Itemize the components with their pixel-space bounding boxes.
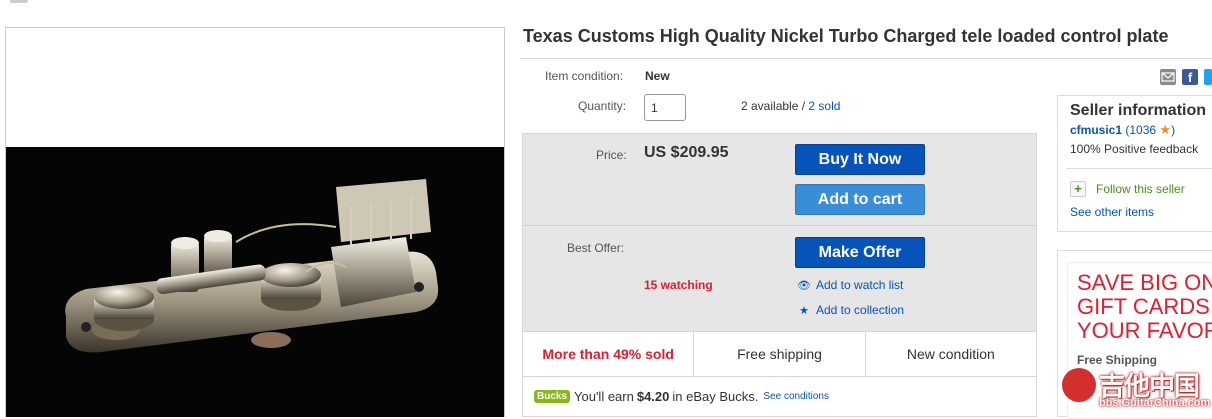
seller-info-title: Seller information [1070, 102, 1207, 119]
see-other-items-link[interactable]: See other items [1070, 205, 1154, 219]
plus-icon: + [1070, 181, 1086, 197]
guitar-logo-icon [1062, 368, 1096, 402]
availability-text: 2 available / 2 sold [741, 99, 840, 113]
ad-line-1: SAVE BIG ON [1077, 270, 1212, 295]
sold-percentage-stat: More than 49% sold [542, 346, 674, 362]
site-watermark: 吉他中国 bbs.GuitarChina.com [1062, 364, 1212, 417]
quantity-label: Quantity: [578, 99, 627, 113]
bucks-suffix: in eBay Bucks. [672, 389, 759, 404]
follow-seller-link[interactable]: + Follow this seller [1070, 181, 1185, 197]
bucks-amount: $4.20 [636, 389, 670, 404]
condition-stat: New condition [864, 332, 1036, 376]
item-condition-label: Item condition: [545, 69, 624, 83]
ad-line-3: YOUR FAVORI [1077, 318, 1212, 343]
ad-line-2: GIFT CARDS F [1077, 294, 1212, 319]
shipping-stat: Free shipping [693, 332, 864, 376]
eye-icon: 👁 [797, 280, 811, 292]
seller-score-close: ) [1171, 123, 1176, 137]
follow-seller-label: Follow this seller [1096, 182, 1185, 196]
see-conditions-link[interactable]: See conditions [763, 391, 829, 402]
add-to-watch-list-link[interactable]: 👁 Add to watch list [797, 278, 903, 292]
item-stats-row: More than 49% sold Free shipping New con… [522, 331, 1037, 377]
control-plate-image [6, 147, 504, 417]
ebay-bucks-row: Bucks You'll earn $4.20 in eBay Bucks. S… [522, 377, 1037, 417]
make-offer-button[interactable]: Make Offer [795, 237, 925, 268]
positive-feedback-text: 100% Positive feedback [1070, 142, 1199, 156]
available-count: 2 available / [741, 99, 809, 113]
seller-name-row: cfmusic1 (1036 ★) [1070, 122, 1175, 138]
price-label: Price: [596, 148, 627, 162]
best-offer-label: Best Offer: [567, 241, 625, 255]
product-photo[interactable] [6, 147, 504, 417]
item-condition-value: New [645, 69, 670, 83]
seller-feedback-score[interactable]: (1036 [1125, 123, 1156, 137]
facebook-share-icon[interactable]: f [1182, 69, 1198, 85]
seller-name-link[interactable]: cfmusic1 [1070, 123, 1122, 137]
title-divider [520, 58, 1212, 59]
email-share-icon[interactable] [1160, 69, 1176, 85]
bucks-prefix: You'll earn [574, 389, 634, 404]
watermark-url: bbs.GuitarChina.com [1099, 397, 1211, 409]
add-to-cart-button[interactable]: Add to cart [795, 184, 925, 215]
seller-divider [1066, 168, 1212, 169]
buy-it-now-button[interactable]: Buy It Now [795, 144, 925, 175]
watching-count: 15 watching [644, 278, 713, 292]
quantity-input[interactable] [644, 94, 686, 121]
collection-label: Add to collection [816, 303, 905, 317]
listing-title: Texas Customs High Quality Nickel Turbo … [523, 26, 1169, 46]
star-icon: ★ [799, 305, 809, 317]
product-image-panel[interactable] [5, 27, 505, 417]
buy-box-separator [522, 225, 1037, 226]
top-tab-nub [10, 0, 28, 3]
feedback-star-icon: ★ [1159, 122, 1172, 137]
bucks-badge: Bucks [534, 390, 571, 403]
watch-list-label: Add to watch list [816, 278, 904, 292]
twitter-share-icon[interactable] [1204, 69, 1212, 85]
ad-headline: SAVE BIG ON GIFT CARDS F YOUR FAVORI [1077, 271, 1212, 343]
price-value: US $209.95 [644, 144, 729, 161]
sold-count-link[interactable]: 2 sold [808, 99, 840, 113]
add-to-collection-link[interactable]: ★ Add to collection [797, 303, 904, 317]
